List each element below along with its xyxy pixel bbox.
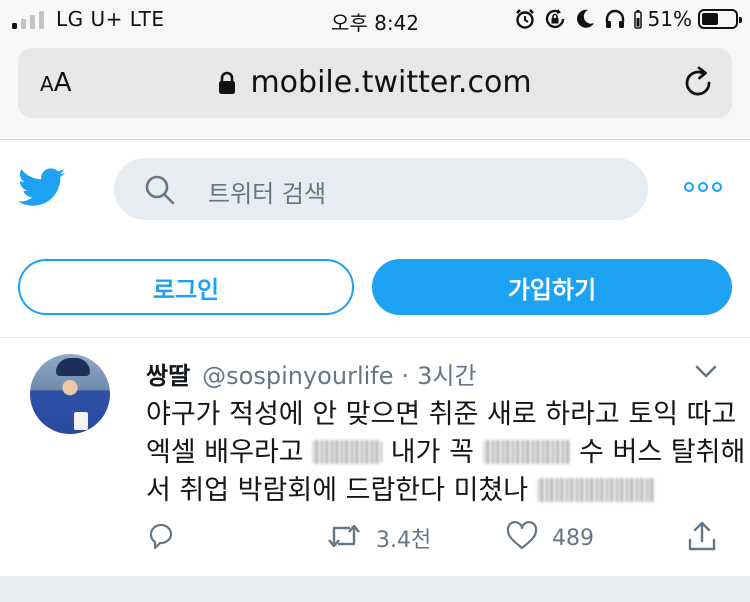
tweet-actions: 3.4천 489	[146, 518, 726, 558]
reply-button[interactable]	[146, 518, 176, 558]
like-count: 489	[552, 525, 594, 551]
reload-icon[interactable]	[680, 65, 716, 101]
url-display[interactable]: mobile.twitter.com	[18, 65, 732, 100]
author-name[interactable]: 쌍딸	[146, 356, 190, 391]
tweet-line: 야구가 적성에 안 맞으면 취준 새로 하라고 토익 따고	[146, 399, 737, 430]
search-placeholder: 트위터 검색	[208, 180, 327, 208]
more-icon[interactable]	[684, 182, 722, 196]
alarm-icon	[514, 8, 536, 30]
signup-button[interactable]: 가입하기	[372, 259, 732, 315]
url-text: mobile.twitter.com	[250, 65, 532, 100]
share-icon	[686, 520, 718, 556]
avatar[interactable]	[30, 354, 110, 434]
battery-small-icon	[633, 8, 642, 30]
rotation-lock-icon	[544, 8, 566, 30]
tweet-line: 서 취업 박람회에 드랍한다 미쳤나	[146, 472, 730, 510]
like-button[interactable]: 489	[506, 518, 594, 558]
timeline-gap	[0, 576, 750, 602]
share-button[interactable]	[686, 518, 718, 558]
reply-icon	[146, 521, 176, 555]
tweet-line: 엑셀 배우라고 내가 꼭 수 버스 탈취해	[146, 437, 746, 468]
moon-icon	[574, 8, 596, 30]
headphones-icon	[604, 8, 626, 30]
author-handle[interactable]: @sospinyourlife	[202, 362, 393, 390]
login-button[interactable]: 로그인	[18, 259, 354, 315]
status-bar: LG U+ LTE 오후 8:42 51%	[0, 0, 750, 38]
redacted-text	[536, 478, 655, 502]
search-input[interactable]: 트위터 검색	[114, 158, 648, 220]
retweet-count: 3.4천	[376, 528, 432, 553]
heart-icon	[506, 521, 538, 555]
status-icons: 51%	[506, 7, 742, 31]
redacted-text	[482, 440, 571, 464]
battery-percent: 51%	[647, 7, 692, 31]
redacted-text	[312, 440, 383, 464]
separator-dot: ·	[401, 362, 410, 390]
tweet-text: 야구가 적성에 안 맞으면 취준 새로 하라고 토익 따고 엑셀 배우라고 내가…	[146, 396, 746, 510]
twitter-bird-icon[interactable]	[18, 168, 66, 208]
browser-bar: AA mobile.twitter.com	[0, 38, 750, 140]
chevron-down-icon[interactable]	[694, 364, 718, 380]
address-bar[interactable]: AA mobile.twitter.com	[18, 48, 732, 118]
search-icon	[144, 174, 176, 206]
divider	[0, 337, 750, 338]
retweet-button[interactable]: 3.4천	[326, 518, 431, 558]
tweet-header: 쌍딸 @sospinyourlife · 3시간	[146, 356, 477, 391]
retweet-icon	[326, 521, 362, 555]
battery-icon	[698, 9, 742, 29]
lock-icon	[218, 71, 236, 95]
tweet-time[interactable]: 3시간	[417, 356, 476, 391]
battery-fill	[702, 13, 719, 25]
